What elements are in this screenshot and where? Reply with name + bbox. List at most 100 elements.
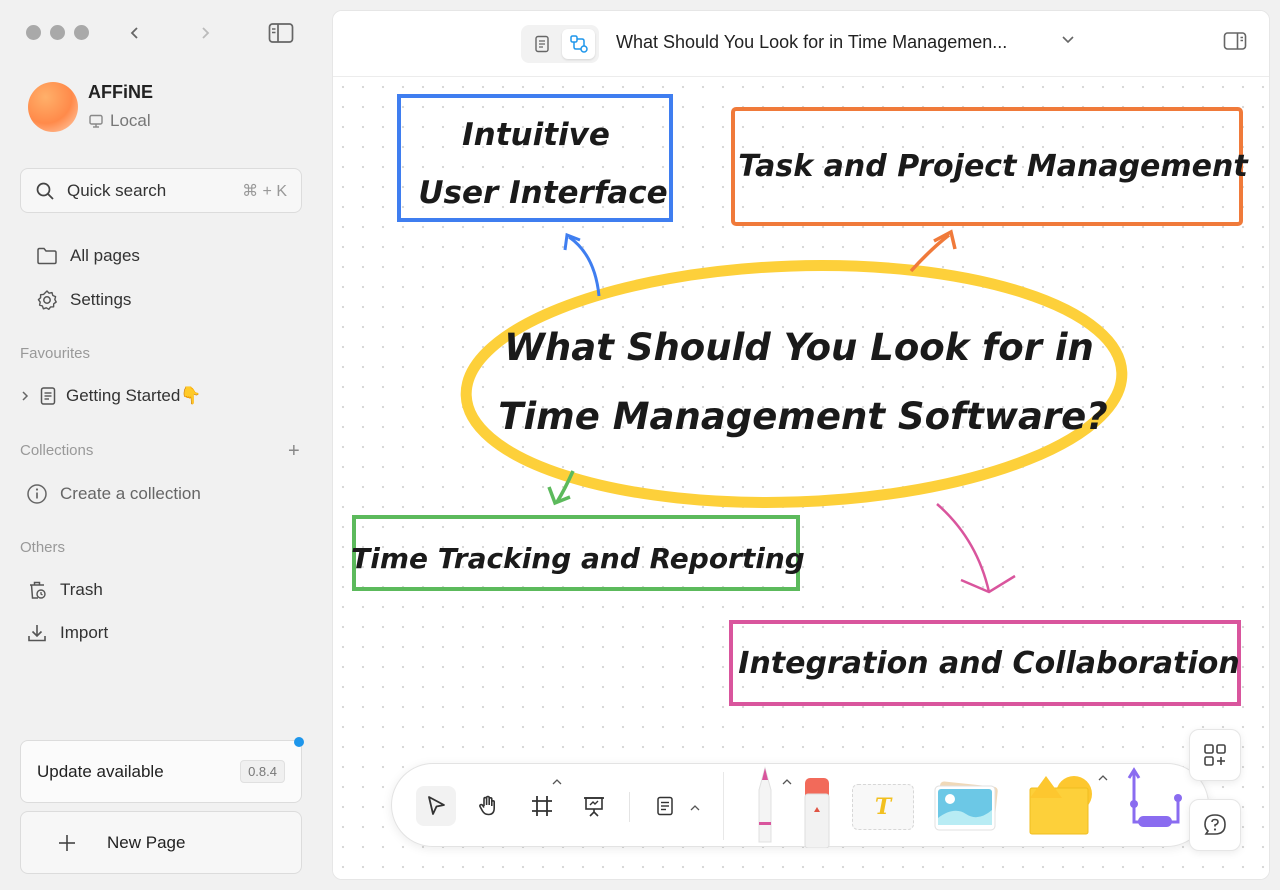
others-heading: Others: [20, 539, 66, 556]
grid-plus-icon: [1204, 744, 1226, 766]
create-collection-label: Create a collection: [60, 484, 201, 503]
edgeless-mode-button[interactable]: [562, 29, 595, 59]
presentation-tool[interactable]: [574, 786, 614, 826]
document-title[interactable]: What Should You Look for in Time Managem…: [616, 32, 1007, 53]
shape-tool[interactable]: [1022, 768, 1096, 838]
text-tool[interactable]: T: [852, 784, 914, 830]
download-icon: [28, 625, 46, 642]
chevron-up-icon[interactable]: [1098, 774, 1108, 782]
chevron-down-icon: [1062, 36, 1074, 44]
minimize-window-button[interactable]: [50, 25, 65, 40]
update-label: Update available: [37, 761, 164, 781]
update-available-button[interactable]: Update available 0.8.4: [20, 740, 302, 803]
note-tool[interactable]: [645, 786, 685, 826]
create-collection-item[interactable]: Create a collection: [26, 483, 201, 505]
node-ui-text-line1: Intuitive: [462, 117, 610, 153]
add-collection-button[interactable]: +: [288, 440, 300, 463]
image-tool[interactable]: [932, 780, 1002, 838]
nav-settings-label: Settings: [70, 290, 132, 309]
cursor-icon: [428, 796, 445, 815]
edgeless-canvas[interactable]: Intuitive User Interface Task and Projec…: [333, 77, 1269, 879]
nav-import[interactable]: Import: [26, 622, 108, 644]
help-button[interactable]: [1189, 799, 1241, 851]
trash-icon: [30, 581, 46, 599]
hand-icon: [479, 795, 495, 816]
edgeless-icon: [569, 35, 588, 53]
select-tool[interactable]: [416, 786, 456, 826]
nav-trash[interactable]: Trash: [26, 579, 103, 601]
eraser-tool[interactable]: [800, 772, 834, 848]
page-icon: [40, 387, 56, 405]
chevron-right-icon[interactable]: [20, 390, 30, 402]
quick-search-button[interactable]: Quick search ⌘ + K: [20, 168, 302, 213]
pen-tool[interactable]: [748, 764, 782, 848]
editor-mode-toggle: [521, 25, 599, 63]
title-menu-button[interactable]: [1060, 31, 1076, 52]
folder-icon: [37, 247, 57, 265]
toolbar-divider: [629, 792, 630, 822]
presentation-icon: [584, 797, 604, 817]
info-icon: [27, 484, 47, 504]
workspace-storage-label: Local: [110, 111, 151, 130]
editor-panel: What Should You Look for in Time Managem…: [332, 10, 1270, 880]
nav-import-label: Import: [60, 623, 109, 642]
favourite-item-getting-started[interactable]: Getting Started👇: [20, 386, 202, 406]
sidebar-icon: [268, 23, 294, 43]
new-page-button[interactable]: New Page: [20, 811, 302, 874]
computer-icon: [89, 114, 103, 128]
sidebar: AFFiNE Local Quick search ⌘ + K All page…: [0, 0, 330, 890]
toolbar-divider: [723, 772, 724, 840]
connector-to-task[interactable]: [909, 233, 951, 273]
chevron-up-icon[interactable]: [782, 778, 792, 786]
nav-settings[interactable]: Settings: [36, 289, 131, 311]
node-time-text: Time Tracking and Reporting: [351, 542, 805, 575]
node-integration-text: Integration and Collaboration: [738, 646, 1239, 681]
nav-trash-label: Trash: [60, 580, 103, 599]
page-icon: [657, 796, 673, 816]
back-button[interactable]: [122, 20, 148, 46]
favourite-item-label: Getting Started👇: [66, 386, 202, 405]
frame-tool[interactable]: [522, 786, 562, 826]
update-indicator-dot: [294, 737, 304, 747]
editor-header: What Should You Look for in Time Managem…: [333, 11, 1269, 77]
workspace-name[interactable]: AFFiNE: [88, 82, 153, 103]
toggle-sidebar-button[interactable]: [268, 20, 294, 46]
maximize-window-button[interactable]: [74, 25, 89, 40]
help-icon: [1204, 814, 1226, 835]
page-icon: [534, 35, 549, 53]
connector-to-ui[interactable]: [568, 235, 601, 297]
frame-icon: [532, 796, 552, 816]
add-widget-button[interactable]: [1189, 729, 1241, 781]
connector-to-integration[interactable]: [936, 503, 991, 593]
quick-search-label: Quick search: [67, 180, 167, 200]
text-tool-glyph: T: [874, 794, 892, 820]
chevron-up-icon[interactable]: [690, 804, 700, 812]
workspace-storage: Local: [88, 111, 151, 131]
nav-all-pages[interactable]: All pages: [36, 246, 140, 266]
page-mode-button[interactable]: [525, 29, 558, 59]
connector-tool[interactable]: [1118, 764, 1188, 836]
right-sidebar-icon: [1223, 32, 1247, 50]
node-ui-text-line2: User Interface: [418, 175, 667, 211]
edgeless-toolbar: T: [391, 763, 1209, 848]
update-version-badge: 0.8.4: [240, 760, 285, 783]
plus-icon: [59, 834, 75, 851]
chevron-up-icon[interactable]: [552, 778, 562, 786]
favourites-heading: Favourites: [20, 345, 91, 362]
close-window-button[interactable]: [26, 25, 41, 40]
center-topic-ellipse[interactable]: [460, 255, 1128, 514]
search-icon: [36, 182, 54, 200]
chevron-right-icon: [202, 27, 210, 39]
quick-search-shortcut: ⌘ + K: [242, 182, 287, 200]
nav-all-pages-label: All pages: [70, 246, 140, 265]
collections-heading: Collections: [20, 442, 94, 459]
workspace-avatar[interactable]: [28, 82, 78, 132]
node-task-text: Task and Project Management: [738, 149, 1249, 184]
forward-button[interactable]: [192, 20, 218, 46]
toggle-right-panel-button[interactable]: [1223, 31, 1247, 56]
window-controls: [26, 25, 89, 40]
hand-tool[interactable]: [468, 786, 508, 826]
mindmap-drawing: Intuitive User Interface Task and Projec…: [351, 94, 1249, 706]
new-page-label: New Page: [107, 832, 186, 852]
center-topic-line1: What Should You Look for in: [504, 326, 1094, 369]
